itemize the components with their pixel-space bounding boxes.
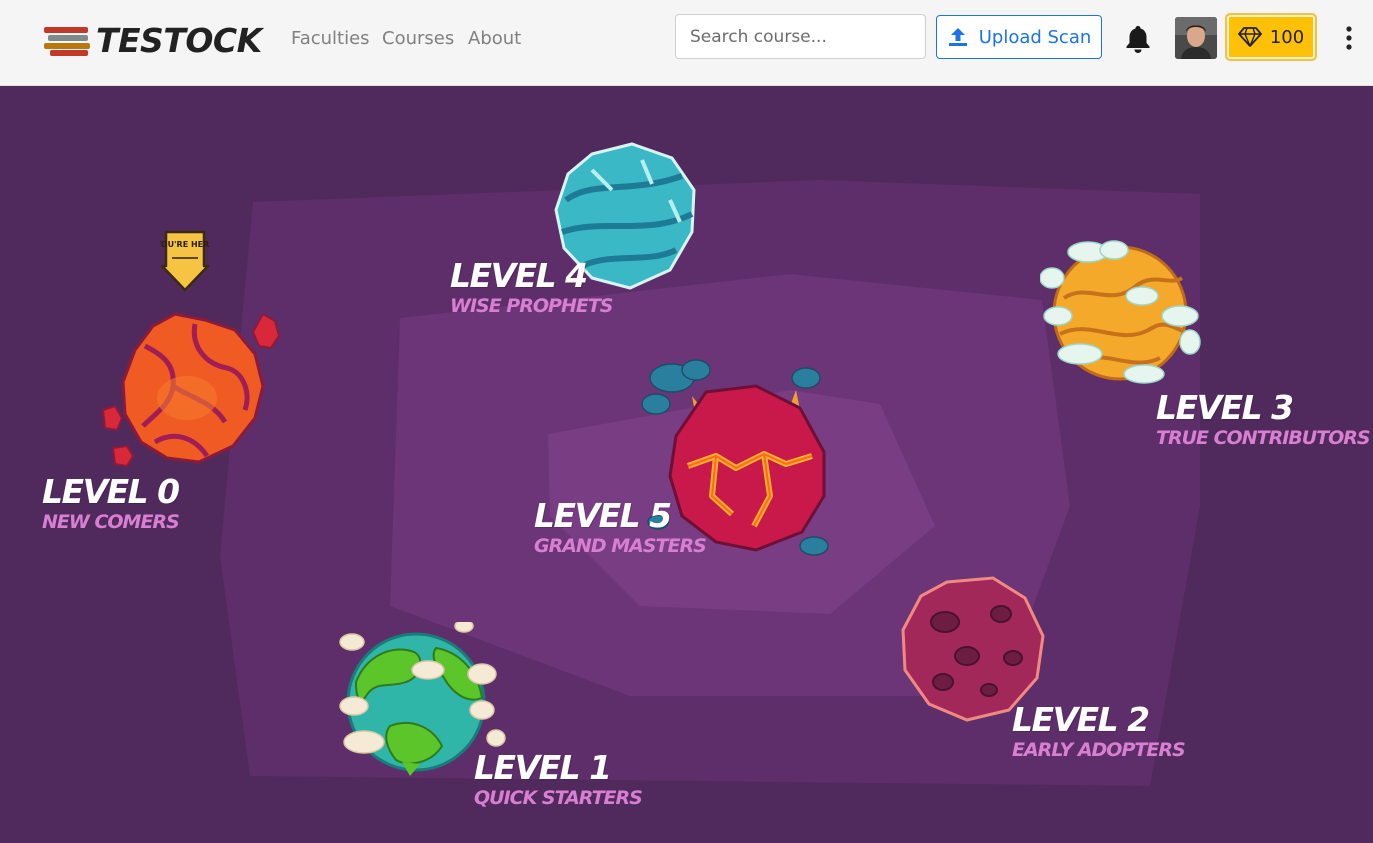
level-5-subtitle: GRAND MASTERS	[534, 535, 707, 557]
level-3-title: LEVEL 3	[1156, 388, 1294, 427]
search-input[interactable]	[675, 14, 926, 59]
level-2-title: LEVEL 2	[1012, 700, 1150, 739]
level-map: YOU'RE HERE	[0, 86, 1373, 843]
gems-count: 100	[1269, 26, 1305, 48]
level-4-subtitle: WISE PROPHETS	[450, 295, 613, 317]
level-0-label[interactable]: LEVEL 0 NEW COMERS	[42, 472, 180, 534]
level-2-subtitle: EARLY ADOPTERS	[1012, 739, 1186, 761]
brand-name: TESTOCK	[96, 20, 262, 60]
upload-icon	[948, 28, 967, 46]
gems-balance-button[interactable]: 100	[1225, 13, 1317, 61]
kebab-menu-icon[interactable]	[1340, 24, 1358, 52]
nav-link-courses[interactable]: Courses	[382, 28, 454, 49]
level-4-title: LEVEL 4	[450, 256, 588, 295]
level-0-planet-image[interactable]	[95, 306, 295, 476]
level-3-planet-image[interactable]	[1040, 238, 1202, 388]
level-3-label[interactable]: LEVEL 3 TRUE CONTRIBUTORS	[1156, 388, 1371, 450]
diamond-icon	[1237, 27, 1262, 47]
top-navbar: TESTOCK Faculties Courses About Upload S…	[0, 0, 1373, 86]
brand-logo[interactable]: TESTOCK	[44, 20, 262, 60]
level-1-subtitle: QUICK STARTERS	[474, 787, 643, 809]
books-icon	[44, 25, 94, 56]
level-0-title: LEVEL 0	[42, 472, 180, 511]
you-are-here-marker: YOU'RE HERE	[160, 230, 210, 292]
user-avatar-image	[1175, 17, 1217, 59]
you-are-here-label: YOU'RE HERE	[160, 240, 210, 249]
level-0-subtitle: NEW COMERS	[42, 511, 180, 533]
nav-link-about[interactable]: About	[468, 28, 521, 49]
nav-link-faculties[interactable]: Faculties	[291, 28, 370, 49]
level-3-subtitle: TRUE CONTRIBUTORS	[1156, 427, 1371, 449]
level-5-label[interactable]: LEVEL 5 GRAND MASTERS	[534, 496, 707, 558]
level-4-label[interactable]: LEVEL 4 WISE PROPHETS	[450, 256, 613, 318]
level-1-title: LEVEL 1	[474, 748, 612, 787]
level-5-title: LEVEL 5	[534, 496, 672, 535]
level-1-label[interactable]: LEVEL 1 QUICK STARTERS	[474, 748, 643, 810]
bell-icon[interactable]	[1124, 24, 1152, 54]
upload-scan-button[interactable]: Upload Scan	[936, 15, 1102, 59]
avatar[interactable]	[1175, 17, 1217, 59]
upload-scan-label: Upload Scan	[978, 26, 1092, 48]
level-2-label[interactable]: LEVEL 2 EARLY ADOPTERS	[1012, 700, 1186, 762]
